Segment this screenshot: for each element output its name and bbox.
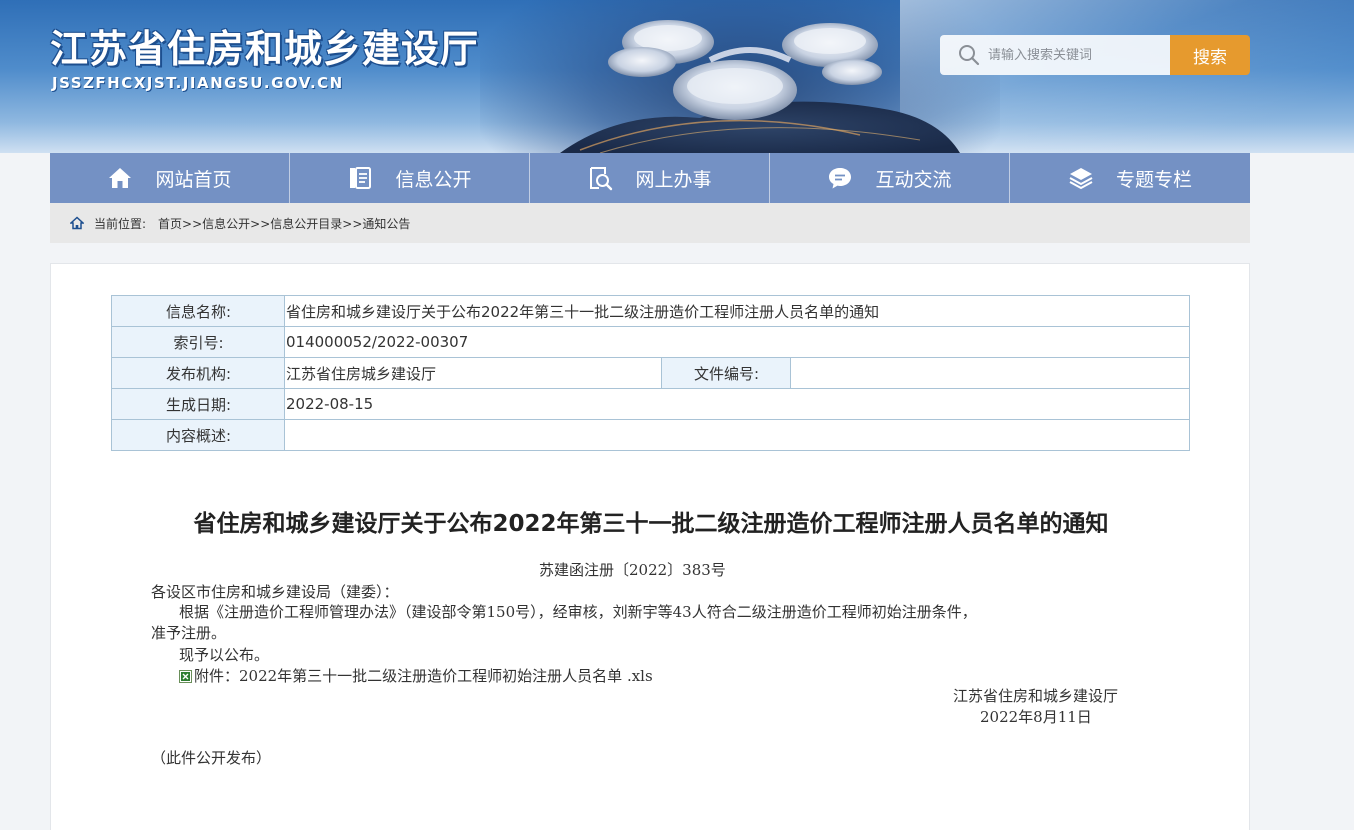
breadcrumb-label: 当前位置: xyxy=(94,216,147,231)
publisher-label: 发布机构: xyxy=(111,357,285,389)
main-nav: 网站首页 信息公开 网上办事 互动交流 专题专栏 xyxy=(50,153,1250,203)
breadcrumb: 当前位置: 首页>>信息公开>>信息公开目录>>通知公告 xyxy=(50,203,1250,243)
info-meta-table: 信息名称: 省住房和城乡建设厅关于公布2022年第三十一批二级注册造价工程师注册… xyxy=(111,295,1190,451)
body-paragraph-line2: 准予注册。 xyxy=(151,624,227,642)
publish-note: （此件公开发布） xyxy=(151,749,272,767)
attachment-link[interactable]: 附件：2022年第三十一批二级注册造价工程师初始注册人员名单 .xls xyxy=(179,665,653,686)
nav-item-home[interactable]: 网站首页 xyxy=(50,153,290,203)
table-row: 索引号: 014000052/2022-00307 xyxy=(111,326,1190,358)
search-field-wrap xyxy=(940,35,1170,75)
nav-item-topics[interactable]: 专题专栏 xyxy=(1010,153,1250,203)
search-icon xyxy=(959,45,980,66)
nav-item-label: 网上办事 xyxy=(635,168,712,191)
nav-item-label: 信息公开 xyxy=(395,168,472,191)
document-icon xyxy=(350,167,372,189)
nav-item-label: 网站首页 xyxy=(155,168,232,191)
home-small-icon xyxy=(70,216,84,230)
search-doc-icon xyxy=(590,167,613,191)
document-number: 苏建函注册〔2022〕383号 xyxy=(539,561,726,579)
breadcrumb-path[interactable]: 首页>>信息公开>>信息公开目录>>通知公告 xyxy=(158,215,410,232)
summary-value xyxy=(284,419,1190,451)
content-panel: 信息名称: 省住房和城乡建设厅关于公布2022年第三十一批二级注册造价工程师注册… xyxy=(50,263,1250,830)
index-label: 索引号: xyxy=(111,326,285,358)
header-light xyxy=(900,0,1354,153)
nav-item-label: 互动交流 xyxy=(875,168,952,191)
search-input[interactable] xyxy=(988,47,1158,63)
index-value: 014000052/2022-00307 xyxy=(284,326,1190,358)
publisher-value: 江苏省住房城乡建设厅 xyxy=(284,357,662,389)
nav-item-info[interactable]: 信息公开 xyxy=(290,153,530,203)
salutation: 各设区市住房和城乡建设局（建委）： xyxy=(151,583,399,601)
attachment-text[interactable]: 附件：2022年第三十一批二级注册造价工程师初始注册人员名单 .xls xyxy=(194,667,653,685)
nav-item-online-service[interactable]: 网上办事 xyxy=(530,153,770,203)
site-title[interactable]: 江苏省住房和城乡建设厅 xyxy=(50,18,479,73)
nav-item-interaction[interactable]: 互动交流 xyxy=(770,153,1010,203)
search-box: 搜索 xyxy=(940,35,1250,75)
table-row: 发布机构: 江苏省住房城乡建设厅 文件编号: xyxy=(111,357,1190,389)
date-label: 生成日期: xyxy=(111,388,285,420)
doc-number-value xyxy=(790,357,1190,389)
nav-item-label: 专题专栏 xyxy=(1115,168,1192,191)
table-row: 生成日期: 2022-08-15 xyxy=(111,388,1190,420)
site-header: 江苏省住房和城乡建设厅 JSSZFHCXJST.JIANGSU.GOV.CN 搜… xyxy=(0,0,1354,153)
document-title: 省住房和城乡建设厅关于公布2022年第三十一批二级注册造价工程师注册人员名单的通… xyxy=(193,511,1109,537)
layers-icon xyxy=(1069,168,1093,190)
home-icon xyxy=(109,168,132,188)
table-row: 内容概述: xyxy=(111,419,1190,451)
announcement: 现予以公布。 xyxy=(179,646,270,664)
search-button[interactable]: 搜索 xyxy=(1170,35,1250,75)
info-name-label: 信息名称: xyxy=(111,295,285,327)
signer: 江苏省住房和城乡建设厅 xyxy=(953,687,1119,705)
info-name-value: 省住房和城乡建设厅关于公布2022年第三十一批二级注册造价工程师注册人员名单的通… xyxy=(284,295,1190,327)
summary-label: 内容概述: xyxy=(111,419,285,451)
chat-icon xyxy=(829,168,852,189)
date-value: 2022-08-15 xyxy=(284,388,1190,420)
stadium-banner-image xyxy=(560,20,960,153)
table-row: 信息名称: 省住房和城乡建设厅关于公布2022年第三十一批二级注册造价工程师注册… xyxy=(111,295,1190,327)
body-paragraph-line1: 根据《注册造价工程师管理办法》（建设部令第150号），经审核，刘新宇等43人符合… xyxy=(179,603,977,621)
sign-date: 2022年8月11日 xyxy=(980,708,1092,726)
excel-file-icon xyxy=(179,670,192,683)
doc-number-label: 文件编号: xyxy=(661,357,791,389)
site-domain: JSSZFHCXJST.JIANGSU.GOV.CN xyxy=(52,74,344,92)
